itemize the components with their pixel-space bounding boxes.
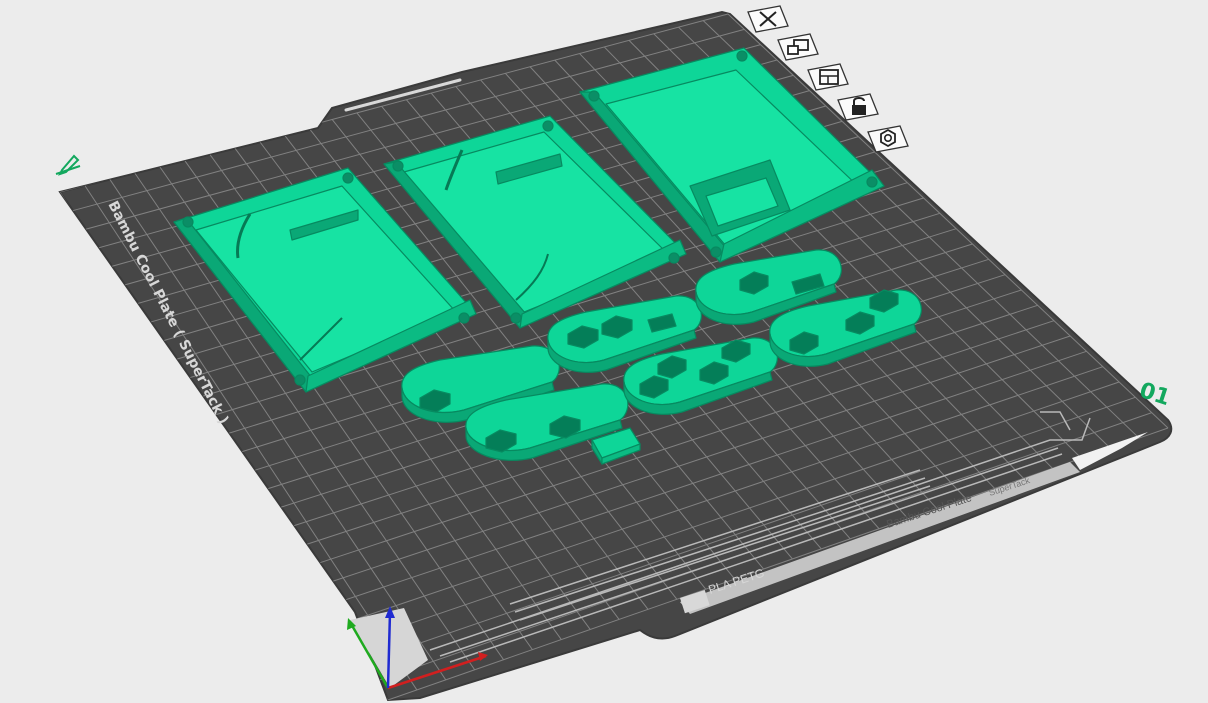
orient-button[interactable] [806, 62, 850, 92]
edit-plate-name-button[interactable] [54, 150, 84, 178]
lock-plate-button[interactable] [836, 92, 880, 122]
3d-viewport[interactable]: Bambu Cool Plate ( SuperTack ) Bambu Coo… [0, 0, 1208, 703]
delete-plate-button[interactable] [746, 4, 790, 34]
plate-settings-button[interactable] [866, 124, 910, 154]
pencil-icon [55, 154, 81, 176]
arrange-button[interactable] [776, 32, 820, 62]
